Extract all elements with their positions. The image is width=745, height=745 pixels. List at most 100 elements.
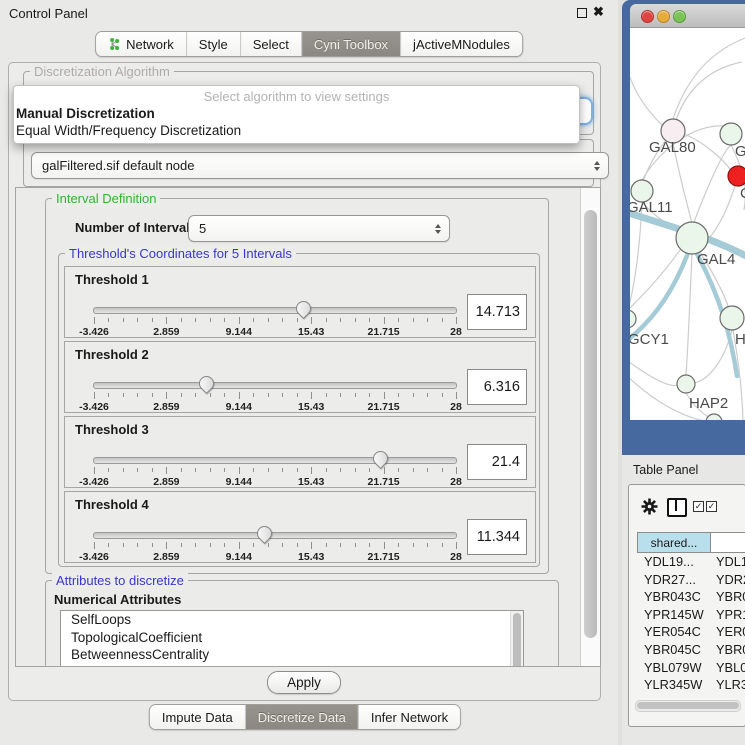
float-window-icon[interactable]	[577, 8, 587, 18]
tick-mark	[282, 543, 283, 547]
list-scrollbar[interactable]	[510, 611, 523, 667]
cell-name[interactable]: YLR3	[711, 676, 745, 694]
tab-impute-data[interactable]: Impute Data	[150, 705, 245, 729]
threshold-value-field[interactable]: 6.316	[467, 369, 527, 405]
tab-jactivemnodules[interactable]: jActiveMNodules	[400, 32, 522, 56]
close-icon[interactable]: ✖	[593, 4, 604, 20]
gear-icon[interactable]	[641, 498, 658, 515]
zoom-light-icon[interactable]	[673, 10, 686, 23]
threshold-value-field[interactable]: 14.713	[467, 294, 527, 330]
network-edge[interactable]	[708, 186, 735, 240]
network-edge[interactable]	[694, 330, 732, 383]
cell-name[interactable]: YDR2	[711, 571, 745, 589]
network-canvas[interactable]: GAL80GACGAL11GAL4GCY1HHAP2	[630, 28, 745, 420]
dropdown-option-equal-width-frequency[interactable]: Equal Width/Frequency Discretization	[16, 123, 241, 138]
tick-label: 28	[450, 401, 462, 413]
table-row[interactable]: YPR145WYPR1	[637, 606, 745, 624]
network-node[interactable]	[728, 166, 745, 186]
tab-cyni-toolbox[interactable]: Cyni Toolbox	[301, 32, 400, 56]
table-horizontal-scrollbar[interactable]	[635, 700, 741, 712]
cell-name[interactable]: YPR1	[711, 606, 745, 624]
tab-label: Network	[126, 37, 174, 52]
cell-shared-name[interactable]: YER054C	[637, 623, 711, 641]
apply-button[interactable]: Apply	[267, 671, 341, 694]
cell-name[interactable]: YIL0	[711, 694, 745, 697]
cell-name[interactable]: YBL0	[711, 659, 745, 677]
numerical-attributes-list[interactable]: SelfLoopsTopologicalCoefficientBetweenne…	[60, 610, 524, 667]
settings-vertical-scrollbar[interactable]	[580, 188, 600, 666]
tick-mark	[297, 393, 298, 397]
network-edge[interactable]	[630, 358, 678, 386]
threshold-value-field[interactable]: 21.4	[467, 444, 527, 480]
cell-shared-name[interactable]: YDR27...	[637, 571, 711, 589]
table-row[interactable]: YBR043CYBR0	[637, 588, 745, 606]
network-node[interactable]	[706, 414, 722, 420]
table-row[interactable]: YDL19...YDL1	[637, 553, 745, 571]
network-edge[interactable]	[686, 254, 692, 375]
network-edge[interactable]	[630, 66, 663, 126]
tab-discretize-data[interactable]: Discretize Data	[245, 705, 358, 729]
table-data-combobox[interactable]: galFiltered.sif default node	[31, 152, 609, 179]
cell-name[interactable]: YBR0	[711, 641, 745, 659]
threshold-slider[interactable]: -3.4262.8599.14415.4321.71528	[93, 532, 457, 539]
slider-handle[interactable]	[254, 523, 275, 544]
dropdown-option-manual-discretization[interactable]: Manual Discretization	[16, 106, 155, 121]
cell-name[interactable]: YDL1	[711, 553, 745, 571]
cell-name[interactable]: YER0	[711, 623, 745, 641]
column-header-name[interactable]: n	[711, 532, 745, 553]
attribute-list-item[interactable]: BetweennessCentrality	[61, 646, 523, 664]
split-columns-icon[interactable]	[667, 498, 687, 517]
cell-shared-name[interactable]: YLR345W	[637, 676, 711, 694]
network-graph: GAL80GACGAL11GAL4GCY1HHAP2	[630, 28, 745, 420]
cell-shared-name[interactable]: YDL19...	[637, 553, 711, 571]
tick-mark	[384, 542, 385, 549]
cell-shared-name[interactable]: YIL052C	[637, 694, 711, 697]
threshold-slider[interactable]: -3.4262.8599.14415.4321.71528	[93, 457, 457, 464]
network-node[interactable]	[676, 222, 708, 254]
cell-shared-name[interactable]: YPR145W	[637, 606, 711, 624]
attribute-list-item[interactable]: TopologicalCoefficient	[61, 629, 523, 647]
close-light-icon[interactable]	[641, 10, 654, 23]
tab-network[interactable]: Network	[96, 32, 186, 56]
scrollbar-thumb[interactable]	[584, 210, 597, 638]
table-row[interactable]: YBR045CYBR0	[637, 641, 745, 659]
slider-handle[interactable]	[370, 448, 391, 469]
tick-mark	[181, 393, 182, 397]
slider-handle[interactable]	[196, 373, 217, 394]
table-row[interactable]: YIL052CYIL0	[637, 694, 745, 697]
network-node[interactable]	[677, 375, 695, 393]
threshold-value-field[interactable]: 11.344	[467, 519, 527, 555]
table-row[interactable]: YDR27...YDR2	[637, 571, 745, 589]
tick-mark	[239, 317, 240, 324]
attribute-list-item[interactable]: SelfLoops	[61, 611, 523, 629]
slider-ticks	[94, 317, 456, 325]
checkbox-icon[interactable]: ✓	[693, 501, 704, 512]
tab-label: jActiveMNodules	[413, 37, 510, 52]
checkbox-icon[interactable]: ✓	[706, 501, 717, 512]
cell-shared-name[interactable]: YBL079W	[637, 659, 711, 677]
network-node[interactable]	[630, 310, 636, 328]
tab-select[interactable]: Select	[240, 32, 301, 56]
minimize-light-icon[interactable]	[657, 10, 670, 23]
tab-infer-network[interactable]: Infer Network	[358, 705, 460, 729]
column-header-shared[interactable]: shared...	[637, 532, 711, 553]
table-row[interactable]: YER054CYER0	[637, 623, 745, 641]
cell-shared-name[interactable]: YBR043C	[637, 588, 711, 606]
table-row[interactable]: YLR345WYLR3	[637, 676, 745, 694]
tab-label: Impute Data	[162, 710, 233, 725]
cell-name[interactable]: YBR0	[711, 588, 745, 606]
table-row[interactable]: YBL079WYBL0	[637, 659, 745, 677]
network-edge[interactable]	[673, 38, 745, 119]
tick-mark	[253, 318, 254, 322]
threshold-slider[interactable]: -3.4262.8599.14415.4321.71528	[93, 382, 457, 389]
network-node[interactable]	[720, 123, 742, 145]
cell-shared-name[interactable]: YBR045C	[637, 641, 711, 659]
network-node[interactable]	[720, 306, 744, 330]
dropdown-prompt: Select algorithm to view settings	[14, 89, 579, 104]
slider-handle[interactable]	[293, 298, 314, 319]
group-label: Interval Definition	[52, 191, 160, 206]
tick-mark	[268, 468, 269, 472]
tab-style[interactable]: Style	[186, 32, 240, 56]
threshold-slider[interactable]: -3.4262.8599.14415.4321.71528	[93, 307, 457, 314]
number-of-intervals-spinner[interactable]: 5	[188, 215, 450, 242]
